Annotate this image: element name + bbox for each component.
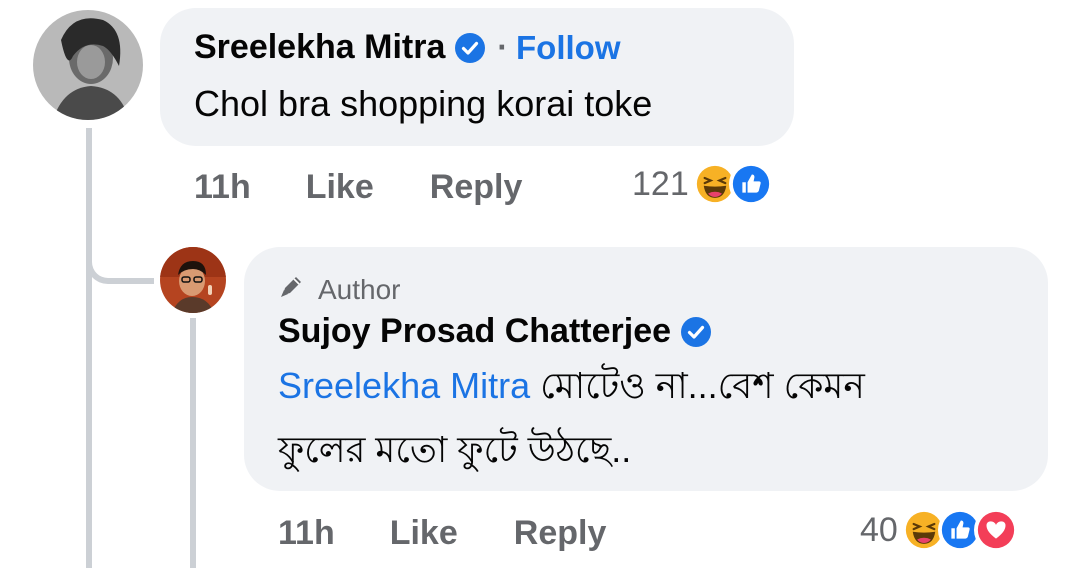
like-button[interactable]: Like — [390, 514, 458, 553]
thread-line-main — [86, 128, 92, 568]
comment-text: Chol bra shopping korai toke — [194, 83, 653, 124]
comment-timestamp[interactable]: 11h — [194, 168, 251, 207]
reply-author-name[interactable]: Sujoy Prosad Chatterjee — [278, 312, 671, 351]
thread-line-reply — [190, 318, 196, 568]
follow-button[interactable]: Follow — [516, 29, 620, 67]
reply-timestamp[interactable]: 11h — [278, 514, 335, 553]
reaction-summary[interactable]: 121 — [632, 162, 773, 206]
reply-text-line-2: ফুলের মতো ফুটে উঠছে.. — [278, 429, 632, 470]
comment-author-name[interactable]: Sreelekha Mitra — [194, 28, 445, 67]
reply-header: Sujoy Prosad Chatterjee — [278, 312, 712, 351]
reply-button[interactable]: Reply — [430, 168, 523, 207]
reply-reaction-summary[interactable]: 40 — [860, 508, 1018, 552]
verified-badge-icon — [455, 32, 486, 63]
thread-connector — [86, 200, 154, 284]
reaction-count: 121 — [632, 164, 689, 203]
like-button[interactable]: Like — [306, 168, 374, 207]
verified-badge-icon — [681, 316, 712, 347]
reply-text: Sreelekha Mitra মোটেও না...বেশ কেমন — [278, 356, 865, 416]
mention-link[interactable]: Sreelekha Mitra — [278, 365, 530, 406]
pencil-icon — [278, 272, 318, 307]
separator-dot: · — [497, 29, 509, 65]
reply-text-line-1: মোটেও না...বেশ কেমন — [530, 365, 865, 406]
love-icon — [973, 508, 1018, 552]
avatar[interactable] — [33, 10, 143, 120]
reaction-count: 40 — [860, 510, 898, 549]
author-badge: Author — [278, 272, 401, 307]
reply-button[interactable]: Reply — [514, 514, 607, 553]
comment-actions: 11h Like Reply — [194, 168, 522, 207]
author-badge-label: Author — [318, 273, 401, 305]
reply-actions: 11h Like Reply — [278, 514, 606, 553]
reply-avatar[interactable] — [160, 247, 226, 313]
like-icon — [728, 162, 773, 206]
comment-header: Sreelekha Mitra · Follow — [194, 28, 621, 67]
